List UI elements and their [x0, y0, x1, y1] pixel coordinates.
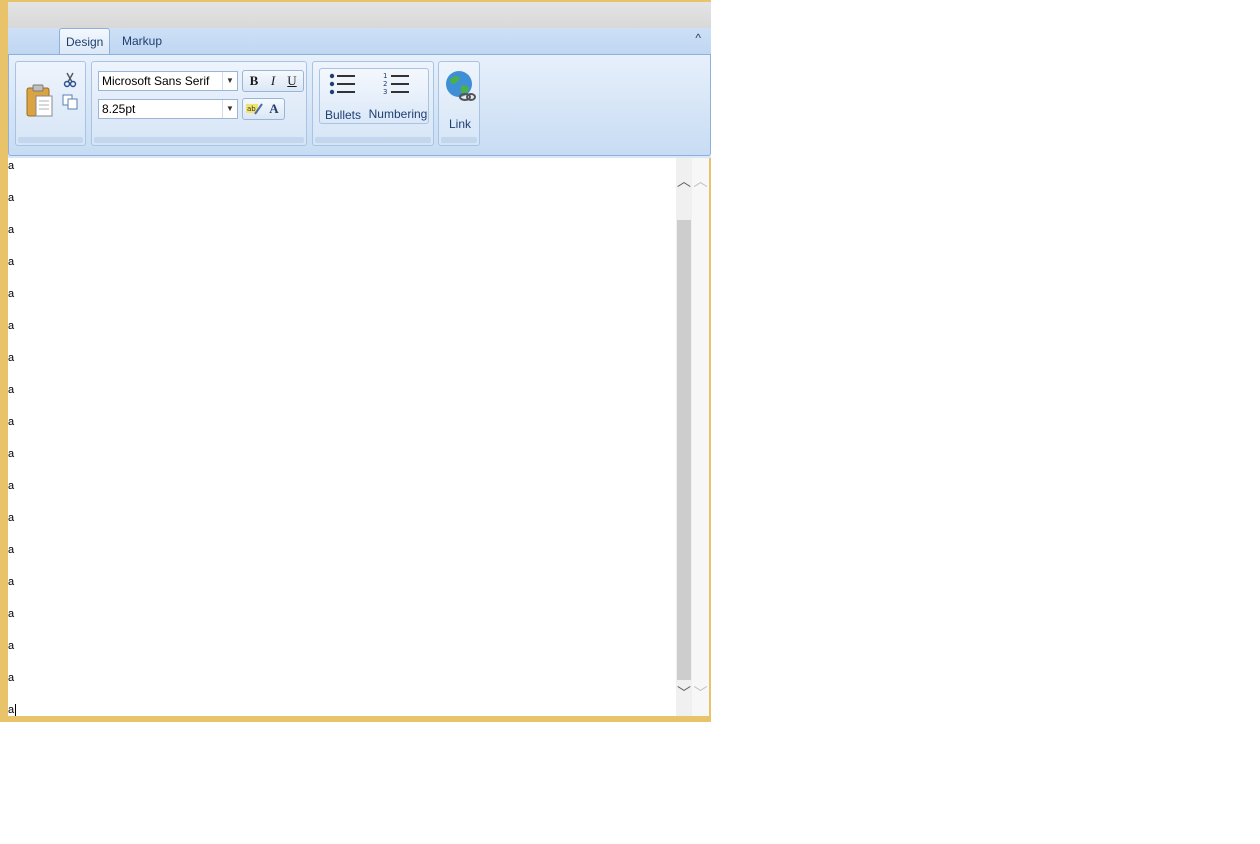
font-family-combo[interactable]: Microsoft Sans Serif ▼ — [98, 71, 238, 91]
lists-group: Bullets 1 2 3 Numbering — [312, 61, 434, 146]
link-button[interactable]: Link — [441, 66, 479, 132]
highlighter-icon: ab — [246, 103, 263, 115]
paste-button[interactable] — [24, 84, 56, 120]
tab-design[interactable]: Design — [59, 28, 111, 54]
editor-line: a — [8, 416, 15, 428]
editor-line: a — [8, 256, 15, 268]
bullets-label: Bullets — [324, 108, 362, 122]
svg-text:ab: ab — [247, 105, 256, 113]
font-family-value: Microsoft Sans Serif — [102, 74, 210, 88]
link-label: Link — [448, 117, 471, 131]
scissors-icon — [63, 72, 77, 88]
editor-line: a — [8, 160, 15, 172]
bold-button[interactable]: B — [245, 73, 263, 89]
font-size-combo[interactable]: 8.25pt ▼ — [98, 99, 238, 119]
color-buttons: ab A — [242, 98, 285, 120]
italic-button[interactable]: I — [264, 73, 282, 89]
chevron-up-icon: ^ — [695, 31, 701, 45]
group-footer — [441, 137, 477, 143]
link-group: Link — [438, 61, 480, 146]
editor-line: a — [8, 480, 15, 492]
editor-line: a — [8, 608, 15, 620]
chevron-down-icon[interactable]: ﹀ — [676, 684, 692, 702]
editor-line: a — [8, 640, 15, 652]
editor-line: a — [8, 352, 15, 364]
editor-line: a — [8, 288, 15, 300]
tab-markup[interactable]: Markup — [116, 28, 168, 54]
bullets-button[interactable]: Bullets — [323, 72, 363, 122]
chevron-up-icon[interactable]: ︿ — [692, 172, 709, 190]
ribbon-collapse-button[interactable]: ^ — [695, 31, 701, 45]
format-buttons: B I U — [242, 70, 304, 92]
title-bar[interactable] — [8, 2, 711, 28]
font-color-button[interactable]: A — [265, 101, 283, 117]
editor-line: a — [8, 512, 15, 524]
editor-line: a — [8, 672, 15, 684]
dropdown-arrow-icon[interactable]: ▼ — [222, 72, 237, 90]
editor-line: a — [8, 704, 17, 716]
app-window: Design Markup ^ Microsoft Sans Serif ▼ 8… — [0, 0, 711, 722]
copy-icon — [62, 94, 78, 110]
bullets-icon — [329, 73, 355, 95]
globe-link-icon — [446, 71, 476, 101]
highlight-button[interactable]: ab — [245, 101, 263, 117]
underline-button[interactable]: U — [283, 73, 301, 89]
outer-vertical-scrollbar[interactable]: ︿ ﹀ — [692, 158, 709, 716]
paste-icon — [26, 84, 53, 117]
ribbon: Design Markup ^ Microsoft Sans Serif ▼ 8… — [8, 28, 711, 158]
group-footer — [315, 137, 431, 143]
font-size-value: 8.25pt — [102, 102, 136, 116]
ribbon-panel: Microsoft Sans Serif ▼ 8.25pt ▼ B I U ab… — [8, 54, 711, 156]
svg-text:2: 2 — [383, 80, 387, 88]
vertical-scrollbar[interactable]: ︿ ﹀ — [676, 158, 692, 716]
svg-text:1: 1 — [383, 72, 387, 80]
group-footer — [18, 137, 83, 143]
numbering-label: Numbering — [368, 107, 428, 121]
chevron-down-icon[interactable]: ﹀ — [692, 684, 709, 702]
group-footer — [94, 137, 304, 143]
scrollbar-thumb[interactable] — [677, 220, 691, 680]
editor-line: a — [8, 384, 15, 396]
dropdown-arrow-icon[interactable]: ▼ — [222, 100, 237, 118]
editor-line: a — [8, 448, 15, 460]
editor-line: a — [8, 320, 15, 332]
numbering-button[interactable]: 1 2 3 Numbering — [367, 72, 429, 122]
editor-line: a — [8, 576, 15, 588]
text-editor[interactable]: a a a a a a a a a a a a a a a a a a — [8, 158, 676, 716]
editor-line: a — [8, 224, 15, 236]
ribbon-tabstrip: Design Markup ^ — [8, 28, 711, 55]
text-caret — [15, 704, 17, 716]
svg-text:3: 3 — [383, 88, 387, 96]
font-group: Microsoft Sans Serif ▼ 8.25pt ▼ B I U ab… — [91, 61, 307, 146]
cut-button[interactable] — [62, 72, 78, 88]
copy-button[interactable] — [62, 94, 78, 110]
editor-line: a — [8, 544, 15, 556]
numbering-icon: 1 2 3 — [383, 72, 409, 96]
clipboard-group — [15, 61, 86, 146]
chevron-up-icon[interactable]: ︿ — [676, 172, 692, 190]
editor-line: a — [8, 192, 15, 204]
